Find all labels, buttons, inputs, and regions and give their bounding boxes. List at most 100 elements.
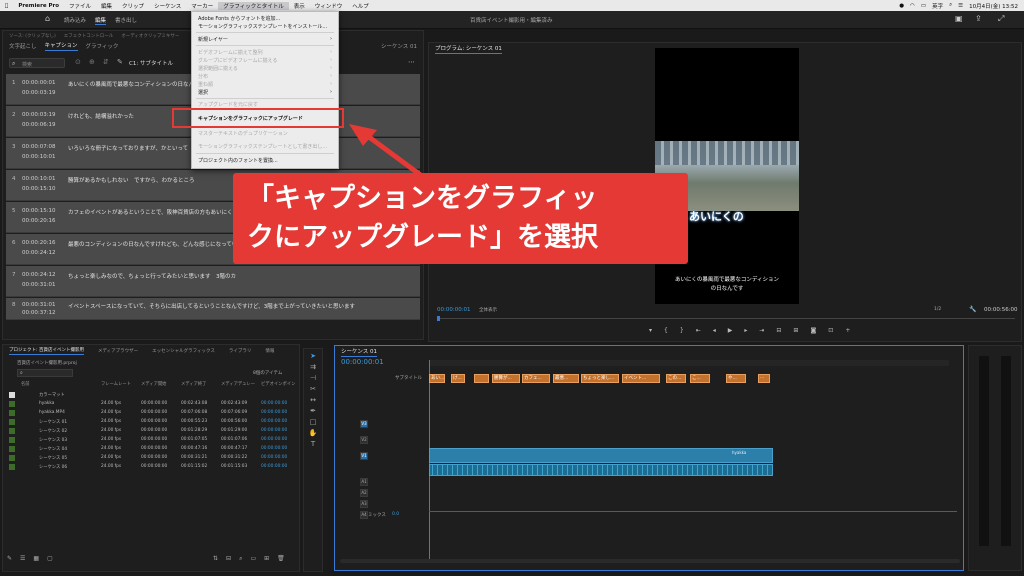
step-back-icon[interactable]: ◂ [713, 327, 716, 334]
tab-info[interactable]: 情報 [265, 348, 274, 354]
find-icon[interactable]: ⌕ [239, 555, 242, 563]
tab-essential-graphics[interactable]: エッセンシャルグラフィックス [152, 348, 215, 354]
menu-view[interactable]: 表示 [289, 2, 310, 10]
apple-icon[interactable]:  [0, 3, 13, 9]
col-name[interactable]: 名前 [21, 381, 30, 387]
caption-clip[interactable]: カフェ... [522, 374, 550, 383]
automate-icon[interactable]: ⊟ [226, 555, 231, 563]
menu-item-install-mogrt[interactable]: モーショングラフィックステンプレートをインストール... [198, 23, 327, 30]
caption-clip[interactable]: ちょっと楽し... [581, 374, 619, 383]
tab-media-browser[interactable]: メディアブラウザー [98, 348, 138, 354]
time-ruler[interactable] [429, 360, 949, 366]
track-v3[interactable]: V3 [360, 420, 368, 428]
menu-item-undo-upgrade[interactable]: アップグレードを元に戻す [198, 101, 258, 108]
lift-icon[interactable]: ⊟ [776, 327, 781, 334]
rectangle-tool-icon[interactable]: □ [310, 418, 317, 426]
caption-clip[interactable]: こ... [690, 374, 710, 383]
search-icon[interactable]: ⌕ [949, 2, 952, 9]
col-framerate[interactable]: フレームレート [101, 381, 131, 387]
fullscreen-icon[interactable]: ⤢ [998, 14, 1004, 24]
track-a4[interactable]: A4 [360, 511, 368, 519]
menu-item-new-layer[interactable]: 新規レイヤー [198, 36, 228, 43]
menu-item-master-text[interactable]: マスターテキストのデュプリケーション [198, 130, 288, 137]
go-to-out-icon[interactable]: ⇥ [759, 327, 764, 334]
list-item[interactable]: hyakka.MP4 24.00 fps 00:00:00:00 00:07:06:0… [9, 410, 299, 418]
track-a1[interactable]: A1 [360, 478, 368, 486]
in-point-icon[interactable]: { [664, 327, 668, 334]
add-caption-icon[interactable]: ⊕ [89, 58, 95, 66]
list-item[interactable]: シーケンス 01 24.00 fps 00:00:00:00 00:00:55:23 0… [9, 419, 299, 427]
menu-item-replace-fonts[interactable]: プロジェクト内のフォントを置換... [198, 157, 278, 164]
home-icon[interactable]: ⌂ [45, 14, 50, 23]
caption-row[interactable]: 8 00:00:31:01 00:00:37:12 イベントスペースになっていて、そち… [6, 298, 420, 320]
pencil-icon[interactable]: ✎ [7, 555, 12, 562]
menu-item-export-mogrt[interactable]: モーショングラフィックステンプレートとして書き出し... [198, 143, 327, 150]
tab-import[interactable]: 読み込み [64, 16, 86, 24]
tab-edit[interactable]: 編集 [95, 16, 107, 25]
caption-row[interactable]: 7 00:00:24:12 00:00:31:01 ちょっと楽しみなので、ちょっと行っ… [6, 266, 420, 297]
datetime[interactable]: 10月4日(金) 13:52 [969, 2, 1018, 10]
razor-icon[interactable]: ✂ [310, 385, 316, 393]
menu-item-align-video-frame[interactable]: ビデオフレームに揃えて整列 [198, 49, 263, 56]
search-field[interactable]: ⌕ 検索 [9, 58, 65, 68]
mix-value[interactable]: 0.0 [392, 512, 399, 517]
tab-sequence[interactable]: シーケンス 01 [341, 347, 377, 357]
project-search[interactable]: ⌕ [17, 369, 73, 377]
menu-edit[interactable]: 編集 [96, 2, 117, 10]
ime-indicator[interactable]: 英字 [932, 2, 943, 10]
trash-icon[interactable]: 🗑 [277, 555, 285, 563]
step-forward-icon[interactable]: ▸ [744, 327, 747, 334]
caption-clip[interactable]: あい... [429, 374, 445, 383]
fit-dropdown[interactable]: 全体表示 [479, 307, 497, 313]
sort-icon[interactable]: ⇅ [213, 555, 218, 563]
track-select-icon[interactable]: ⇉ [310, 363, 316, 371]
menu-graphics-titles[interactable]: グラフィックとタイトル [218, 1, 289, 10]
battery-icon[interactable]: ▭ [921, 3, 926, 9]
app-menu[interactable]: Premiere Pro [13, 3, 64, 9]
tab-source[interactable]: ソース: (クリップなし) [9, 33, 56, 39]
split-caption-icon[interactable]: ⇵ [103, 58, 109, 66]
tab-graphics[interactable]: グラフィック [86, 42, 119, 50]
caption-clip[interactable]: 最悪... [553, 374, 579, 383]
timeline-scrollbar[interactable] [340, 559, 960, 563]
pen-tool-icon[interactable]: ✒ [310, 407, 316, 415]
col-media-end[interactable]: メディア終了 [181, 381, 206, 387]
menu-item-distribute[interactable]: 分布 [198, 73, 208, 80]
list-item[interactable]: シーケンス 04 24.00 fps 00:00:00:00 00:00:47:16 0… [9, 446, 299, 454]
menu-file[interactable]: ファイル [64, 2, 96, 10]
track-a3[interactable]: A3 [360, 500, 368, 508]
video-clip-v1[interactable]: hyakka [429, 448, 773, 463]
filter-icon[interactable]: ⊙ [75, 58, 81, 66]
menu-item-arrange[interactable]: 重ね順 [198, 81, 213, 88]
caption-clip[interactable] [474, 374, 489, 383]
menu-item-align-selection[interactable]: 選択範囲に揃える [198, 65, 238, 72]
caption-track-selector[interactable]: C1: サブタイトル [129, 59, 173, 67]
list-item[interactable]: シーケンス 06 24.00 fps 00:00:00:00 00:01:15:02 0… [9, 464, 299, 472]
edit-icon[interactable]: ✎ [117, 58, 123, 66]
tab-export[interactable]: 書き出し [115, 16, 137, 24]
list-item[interactable]: シーケンス 03 24.00 fps 00:00:00:00 00:01:07:05 0… [9, 437, 299, 445]
record-icon[interactable]: ● [899, 3, 904, 9]
wrench-icon[interactable]: 🔧 [969, 306, 976, 313]
control-center-icon[interactable]: ☰ [958, 3, 963, 9]
list-item[interactable]: hyakka 24.00 fps 00:00:00:00 00:02:43:08 00:… [9, 401, 299, 409]
marker-icon[interactable]: ▾ [649, 327, 652, 334]
tab-project[interactable]: プロジェクト: 百貨店イベント撮影用 [9, 347, 84, 355]
quick-export-icon[interactable]: ⇪ [975, 14, 982, 23]
tab-captions[interactable]: キャプション [44, 41, 78, 51]
camera-icon[interactable]: ◙ [810, 327, 816, 334]
play-icon[interactable]: ▶ [728, 327, 733, 334]
list-item[interactable]: カラーマット [9, 392, 299, 400]
menu-clip[interactable]: クリップ [117, 2, 149, 10]
caption-clip[interactable]: 勝算が... [492, 374, 520, 383]
slip-tool-icon[interactable]: ↔ [310, 396, 316, 404]
hand-tool-icon[interactable]: ✋ [309, 429, 318, 437]
audio-clip-a1[interactable] [429, 464, 773, 476]
col-media-duration[interactable]: メディアデュレー [221, 381, 255, 387]
program-title[interactable]: プログラム: シーケンス 01 [435, 44, 502, 54]
caption-clip[interactable]: け... [451, 374, 465, 383]
playhead-marker[interactable] [437, 316, 440, 321]
out-point-icon[interactable]: } [680, 327, 684, 334]
selection-tool-icon[interactable]: ➤ [310, 352, 316, 360]
menu-marker[interactable]: マーカー [186, 2, 218, 10]
